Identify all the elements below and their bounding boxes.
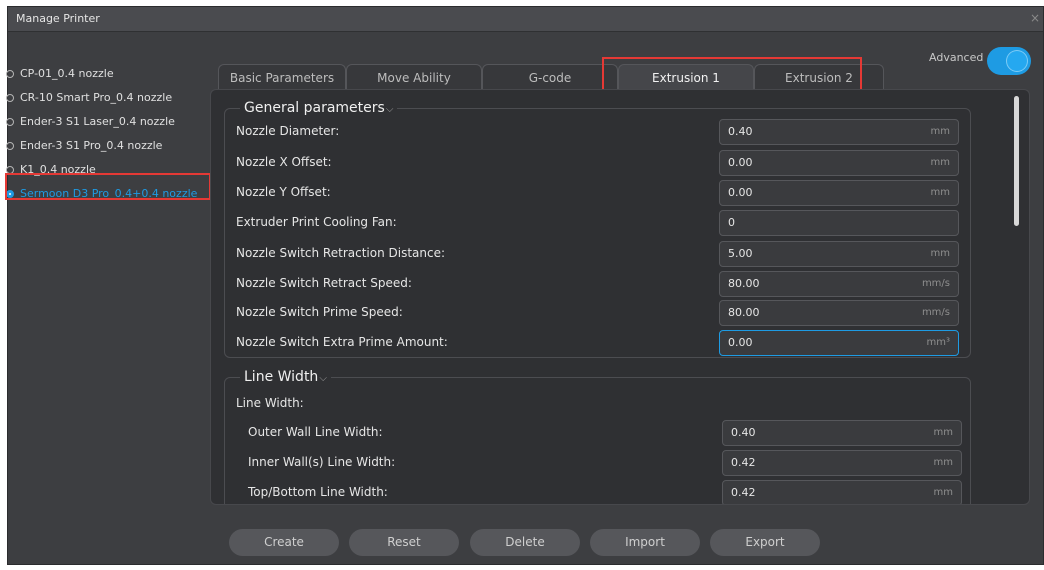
input-value: 0	[728, 216, 735, 229]
delete-button[interactable]: Delete	[470, 529, 580, 556]
input-value: 0.40	[731, 426, 756, 439]
general-parameters-title-text: General parameters	[244, 100, 385, 116]
general-parameters-title[interactable]: General parameters⌵	[240, 100, 398, 116]
param-label: Nozzle Switch Extra Prime Amount:	[236, 335, 448, 349]
printer-item[interactable]: CR-10 Smart Pro_0.4 nozzle	[4, 86, 214, 110]
param-label: Inner Wall(s) Line Width:	[248, 455, 396, 469]
param-row: Nozzle Diameter: 0.40 mm	[236, 119, 971, 145]
toggle-knob	[1006, 50, 1028, 72]
param-row: Nozzle Switch Extra Prime Amount: 0.00 m…	[236, 330, 971, 356]
line-width-sub-label: Line Width:	[236, 396, 304, 410]
param-label: Nozzle Switch Prime Speed:	[236, 305, 403, 319]
switch-prime-speed-input[interactable]: 80.00 mm/s	[719, 300, 959, 326]
param-row: Inner Wall(s) Line Width: 0.42 mm	[248, 450, 971, 476]
radio-icon[interactable]	[6, 118, 14, 126]
input-value: 80.00	[728, 306, 760, 319]
input-value: 0.00	[728, 186, 753, 199]
input-unit: mm	[930, 157, 950, 168]
advanced-label: Advanced	[929, 51, 984, 64]
radio-icon[interactable]	[6, 94, 14, 102]
switch-retract-speed-input[interactable]: 80.00 mm/s	[719, 271, 959, 297]
outer-wall-line-width-input[interactable]: 0.40 mm	[722, 420, 962, 446]
param-label: Nozzle Switch Retract Speed:	[236, 276, 412, 290]
printer-list: CP-01_0.4 nozzle CR-10 Smart Pro_0.4 noz…	[4, 62, 214, 206]
param-label: Nozzle Y Offset:	[236, 185, 331, 199]
input-unit: mm	[933, 487, 953, 498]
line-width-title[interactable]: Line Width⌵	[240, 369, 331, 385]
param-row: Outer Wall Line Width: 0.40 mm	[248, 420, 971, 446]
top-bottom-line-width-input[interactable]: 0.42 mm	[722, 480, 962, 504]
input-value: 0.00	[728, 156, 753, 169]
extrusion-settings-panel[interactable]: General parameters⌵ Nozzle Diameter: 0.4…	[210, 89, 1030, 505]
param-row: Nozzle X Offset: 0.00 mm	[236, 150, 971, 176]
line-width-title-text: Line Width	[244, 369, 319, 385]
input-value: 5.00	[728, 247, 753, 260]
printer-label: CP-01_0.4 nozzle	[20, 67, 114, 80]
printer-item[interactable]: Ender-3 S1 Pro_0.4 nozzle	[4, 134, 214, 158]
input-value: 0.42	[731, 486, 756, 499]
chevron-down-icon[interactable]: ⌵	[319, 373, 327, 384]
input-unit: mm/s	[921, 278, 950, 289]
param-row: Nozzle Y Offset: 0.00 mm	[236, 180, 971, 206]
tab-move-ability[interactable]: Move Ability	[346, 64, 482, 90]
printer-item[interactable]: Ender-3 S1 Laser_0.4 nozzle	[4, 110, 214, 134]
radio-checked-icon[interactable]	[6, 190, 14, 198]
printer-item[interactable]: K1_0.4 nozzle	[4, 158, 214, 182]
param-label: Nozzle X Offset:	[236, 155, 332, 169]
printer-label: CR-10 Smart Pro_0.4 nozzle	[20, 91, 173, 104]
param-row: Nozzle Switch Retraction Distance: 5.00 …	[236, 241, 971, 267]
input-unit: mm	[933, 427, 953, 438]
param-row: Nozzle Switch Prime Speed: 80.00 mm/s	[236, 300, 971, 326]
tab-basic-parameters[interactable]: Basic Parameters	[218, 64, 346, 90]
vertical-scrollbar[interactable]	[1014, 96, 1019, 226]
reset-button[interactable]: Reset	[349, 529, 459, 556]
input-unit: mm³	[926, 337, 951, 348]
input-value: 0.00	[728, 336, 753, 349]
chevron-down-icon[interactable]: ⌵	[386, 104, 394, 115]
close-icon[interactable]: ×	[1030, 11, 1040, 25]
printer-label: K1_0.4 nozzle	[20, 163, 96, 176]
printer-item[interactable]: CP-01_0.4 nozzle	[4, 62, 214, 86]
radio-icon[interactable]	[6, 142, 14, 150]
radio-icon[interactable]	[6, 166, 14, 174]
tab-g-code[interactable]: G-code	[482, 64, 618, 90]
input-unit: mm	[930, 248, 950, 259]
input-unit: mm/s	[921, 307, 950, 318]
input-value: 80.00	[728, 277, 760, 290]
create-button[interactable]: Create	[229, 529, 339, 556]
nozzle-y-offset-input[interactable]: 0.00 mm	[719, 180, 959, 206]
printer-item-selected[interactable]: Sermoon D3 Pro_0.4+0.4 nozzle	[4, 182, 214, 206]
tab-extrusion-1[interactable]: Extrusion 1	[618, 64, 754, 90]
title-bar: Manage Printer ×	[8, 7, 1043, 32]
input-unit: mm	[930, 126, 950, 137]
switch-retraction-distance-input[interactable]: 5.00 mm	[719, 241, 959, 267]
import-button[interactable]: Import	[590, 529, 700, 556]
param-label: Nozzle Diameter:	[236, 124, 340, 138]
printer-label: Ender-3 S1 Pro_0.4 nozzle	[20, 139, 163, 152]
inner-wall-line-width-input[interactable]: 0.42 mm	[722, 450, 962, 476]
input-value: 0.42	[731, 456, 756, 469]
param-label: Extruder Print Cooling Fan:	[236, 215, 397, 229]
param-row: Nozzle Switch Retract Speed: 80.00 mm/s	[236, 271, 971, 297]
printer-label: Ender-3 S1 Laser_0.4 nozzle	[20, 115, 175, 128]
export-button[interactable]: Export	[710, 529, 820, 556]
param-label: Outer Wall Line Width:	[248, 425, 383, 439]
param-row: Extruder Print Cooling Fan: 0	[236, 210, 971, 236]
nozzle-diameter-input[interactable]: 0.40 mm	[719, 119, 959, 145]
extruder-cooling-fan-input[interactable]: 0	[719, 210, 959, 236]
param-label: Top/Bottom Line Width:	[248, 485, 388, 499]
radio-icon[interactable]	[6, 70, 14, 78]
printer-label: Sermoon D3 Pro_0.4+0.4 nozzle	[20, 187, 198, 200]
nozzle-x-offset-input[interactable]: 0.00 mm	[719, 150, 959, 176]
switch-extra-prime-amount-input[interactable]: 0.00 mm³	[719, 330, 959, 356]
tab-extrusion-2[interactable]: Extrusion 2	[754, 64, 884, 90]
param-label: Nozzle Switch Retraction Distance:	[236, 246, 446, 260]
window-title: Manage Printer	[16, 12, 100, 25]
input-unit: mm	[930, 187, 950, 198]
advanced-toggle[interactable]	[987, 47, 1031, 75]
input-value: 0.40	[728, 125, 753, 138]
input-unit: mm	[933, 457, 953, 468]
param-row: Top/Bottom Line Width: 0.42 mm	[248, 480, 971, 504]
